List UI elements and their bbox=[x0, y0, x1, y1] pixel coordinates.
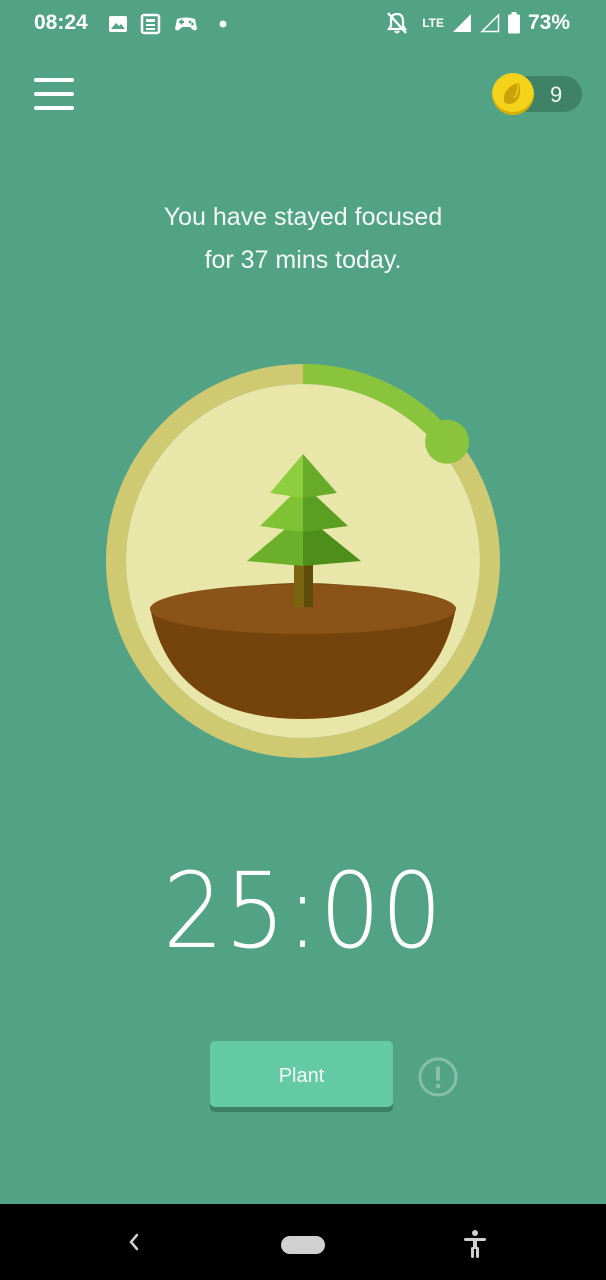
plant-button[interactable]: Plant bbox=[210, 1041, 393, 1107]
dot-icon bbox=[219, 20, 227, 28]
focus-message-line2: for 37 mins today. bbox=[204, 246, 402, 274]
status-time: 08:24 bbox=[34, 11, 88, 34]
tree-timer-dial[interactable] bbox=[106, 364, 500, 758]
menu-icon-bar bbox=[34, 106, 74, 110]
back-chevron-icon[interactable] bbox=[122, 1226, 146, 1258]
menu-icon-bar bbox=[34, 92, 74, 96]
lte-icon: LTE bbox=[422, 15, 444, 30]
notifications-off-icon bbox=[387, 12, 408, 34]
coin-balance[interactable]: 9 bbox=[492, 73, 582, 115]
countdown-timer[interactable]: 25:00 bbox=[24, 850, 582, 972]
news-icon bbox=[140, 13, 161, 35]
signal-empty-icon bbox=[480, 13, 500, 33]
battery-icon bbox=[507, 12, 520, 34]
system-nav-bar bbox=[0, 1204, 606, 1280]
home-pill-icon[interactable] bbox=[281, 1236, 325, 1254]
image-icon bbox=[109, 16, 127, 32]
exclamation-circle-icon[interactable] bbox=[418, 1057, 458, 1097]
coin-icon bbox=[492, 73, 534, 115]
signal-icon bbox=[452, 14, 471, 32]
progress-handle[interactable] bbox=[425, 419, 470, 464]
hamburger-menu-icon bbox=[34, 78, 74, 82]
status-bar: 08:24 LTE 73% bbox=[0, 0, 606, 48]
focus-message: You have stayed focused for 37 mins toda… bbox=[0, 196, 606, 282]
battery-level: 73% bbox=[527, 11, 570, 34]
focus-message-line1: You have stayed focused bbox=[163, 203, 443, 231]
coin-count: 9 bbox=[550, 82, 563, 107]
accessibility-icon[interactable] bbox=[460, 1228, 490, 1260]
menu-button[interactable] bbox=[34, 76, 76, 112]
game-controller-icon bbox=[175, 17, 197, 31]
